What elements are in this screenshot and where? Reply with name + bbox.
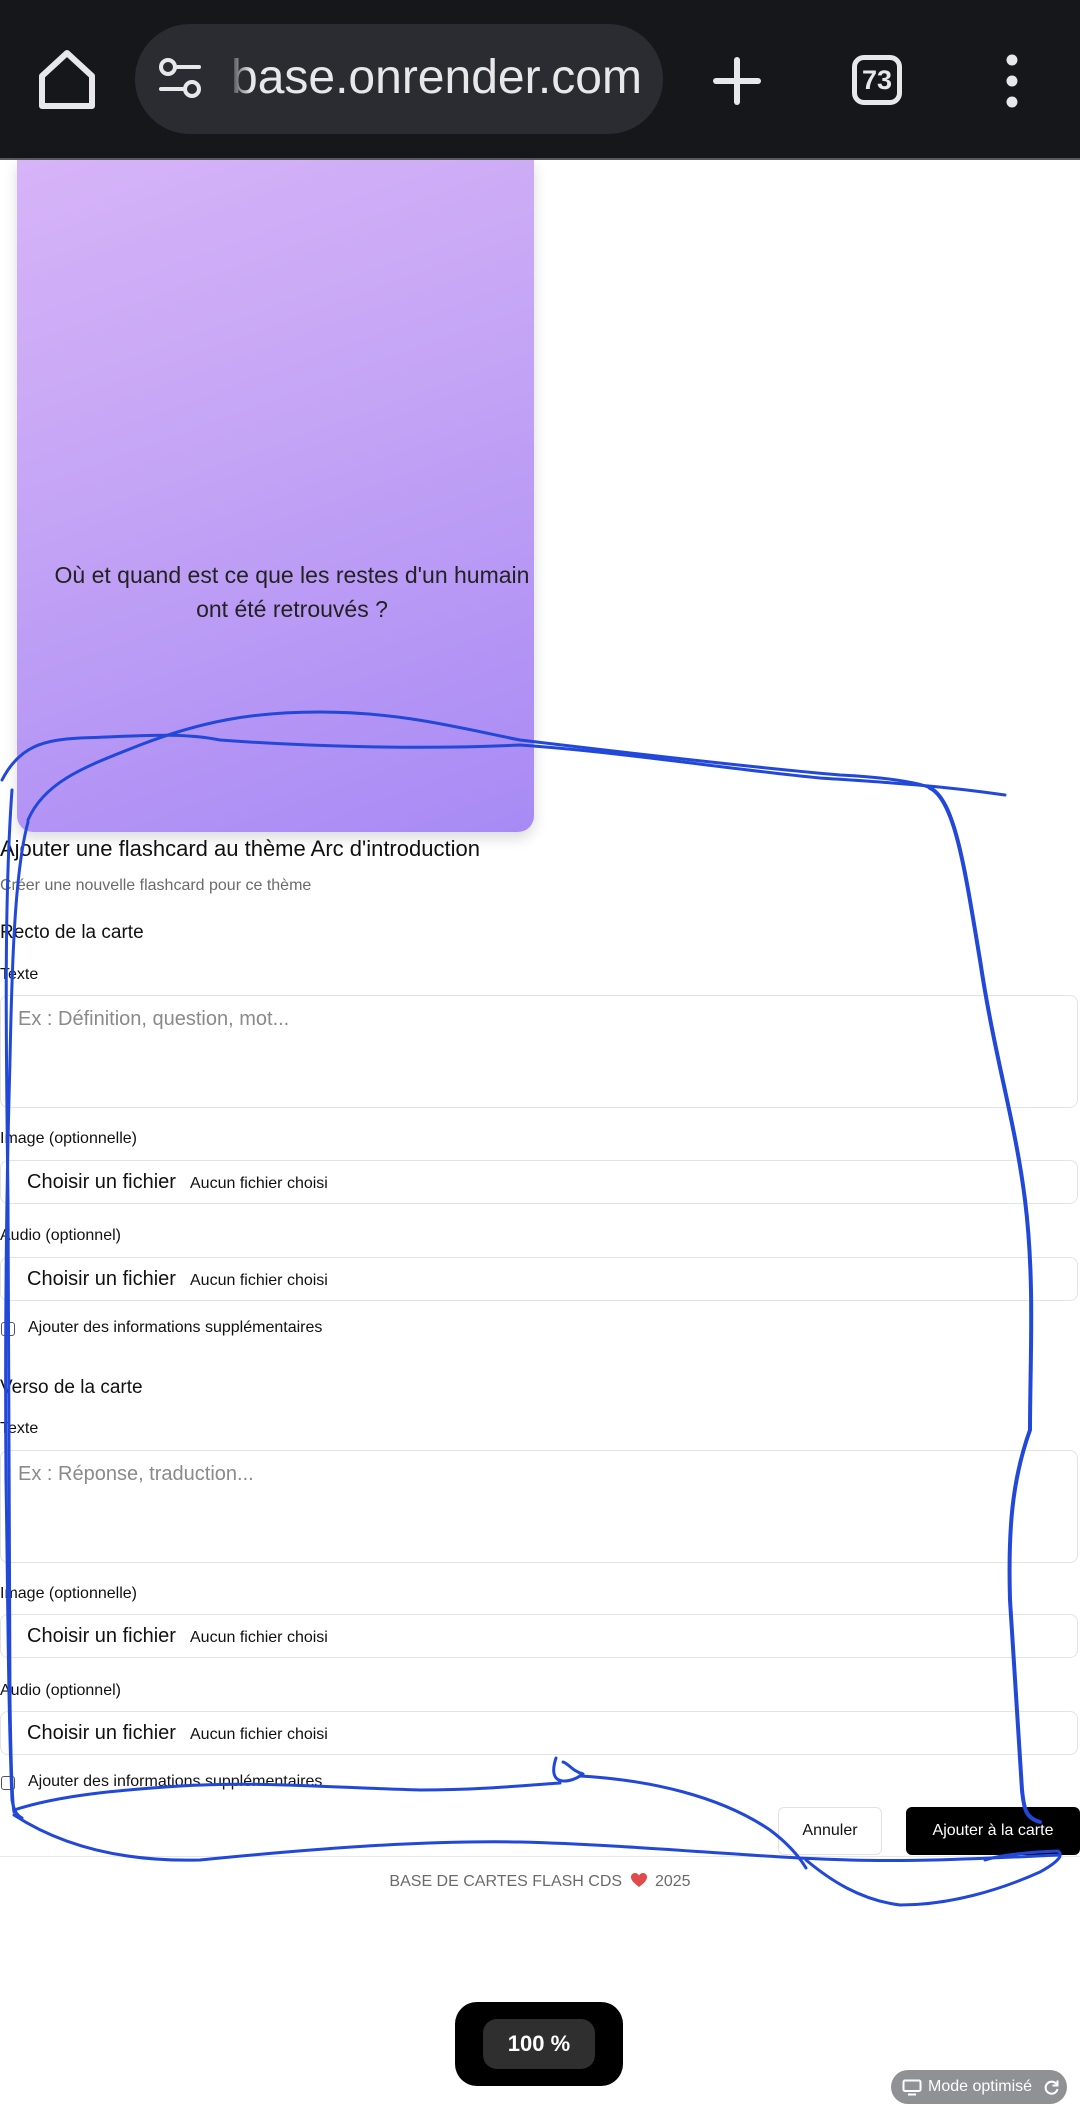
front-text-input[interactable]: Ex : Définition, question, mot... xyxy=(0,995,1078,1108)
back-text-input[interactable]: Ex : Réponse, traduction... xyxy=(0,1450,1078,1563)
back-image-file-input[interactable]: Choisir un fichier Aucun fichier choisi xyxy=(0,1614,1078,1658)
front-text-placeholder: Ex : Définition, question, mot... xyxy=(18,1008,290,1030)
back-heading: Verso de la carte xyxy=(0,1377,143,1398)
new-tab-icon[interactable] xyxy=(712,56,762,106)
footer-year: 2025 xyxy=(654,1873,691,1890)
front-extra-checkbox[interactable] xyxy=(1,1322,15,1336)
address-bar[interactable]: base.onrender.com xyxy=(135,24,663,134)
zoom-indicator[interactable]: 100 % xyxy=(455,2002,623,2086)
url-text: base.onrender.com xyxy=(231,51,642,104)
front-image-label: Image (optionnelle) xyxy=(0,1130,137,1147)
back-image-no-file: Aucun fichier choisi xyxy=(190,1629,328,1646)
home-icon[interactable] xyxy=(36,46,98,114)
form-title: Ajouter une flashcard au thème Arc d'int… xyxy=(0,836,480,861)
footer-divider xyxy=(0,1856,1080,1857)
front-extra-label: Ajouter des informations supplémentaires xyxy=(28,1319,323,1336)
url-fade xyxy=(227,24,251,134)
monitor-icon xyxy=(902,2079,922,2096)
back-image-choose-button[interactable]: Choisir un fichier xyxy=(27,1625,176,1648)
optimized-mode-label: Mode optimisé xyxy=(928,2078,1033,2095)
heart-icon xyxy=(630,1873,647,1887)
front-image-file-input[interactable]: Choisir un fichier Aucun fichier choisi xyxy=(0,1160,1078,1204)
back-audio-file-input[interactable]: Choisir un fichier Aucun fichier choisi xyxy=(0,1711,1078,1755)
zoom-level: 100 % xyxy=(483,2019,595,2069)
front-image-choose-button[interactable]: Choisir un fichier xyxy=(27,1171,176,1194)
optimized-mode-pill[interactable]: Mode optimisé xyxy=(891,2070,1067,2104)
back-extra-label: Ajouter des informations supplémentaires xyxy=(28,1773,323,1790)
front-audio-file-input[interactable]: Choisir un fichier Aucun fichier choisi xyxy=(0,1257,1078,1301)
site-settings-icon[interactable] xyxy=(157,56,203,102)
cancel-button[interactable]: Annuler xyxy=(778,1807,882,1855)
back-audio-choose-button[interactable]: Choisir un fichier xyxy=(27,1722,176,1745)
front-audio-choose-button[interactable]: Choisir un fichier xyxy=(27,1268,176,1291)
back-audio-label: Audio (optionnel) xyxy=(0,1682,121,1699)
refresh-icon xyxy=(1044,2080,1059,2095)
back-text-label: Texte xyxy=(0,1420,39,1437)
tab-switcher-button[interactable]: 73 xyxy=(852,55,902,105)
footer-brand: BASE DE CARTES FLASH CDS xyxy=(389,1873,623,1890)
flashcard-question: Où et quand est ce que les restes d'un h… xyxy=(54,562,530,622)
front-heading: Recto de la carte xyxy=(0,922,144,943)
form-subtitle: Créer une nouvelle flashcard pour ce thè… xyxy=(0,877,312,894)
front-audio-label: Audio (optionnel) xyxy=(0,1227,121,1244)
more-menu-icon[interactable] xyxy=(1000,54,1024,108)
footer: BASE DE CARTES FLASH CDS 2025 xyxy=(0,1872,1080,1891)
flashcard-preview[interactable]: Où et quand est ce que les restes d'un h… xyxy=(17,160,534,832)
front-image-no-file: Aucun fichier choisi xyxy=(190,1175,328,1192)
add-to-card-button[interactable]: Ajouter à la carte xyxy=(906,1807,1080,1855)
back-image-label: Image (optionnelle) xyxy=(0,1585,137,1602)
browser-toolbar: base.onrender.com 73 xyxy=(0,0,1080,160)
back-text-placeholder: Ex : Réponse, traduction... xyxy=(18,1463,254,1485)
back-extra-checkbox[interactable] xyxy=(1,1776,15,1790)
front-audio-no-file: Aucun fichier choisi xyxy=(190,1272,328,1289)
back-audio-no-file: Aucun fichier choisi xyxy=(190,1726,328,1743)
front-text-label: Texte xyxy=(0,966,39,983)
